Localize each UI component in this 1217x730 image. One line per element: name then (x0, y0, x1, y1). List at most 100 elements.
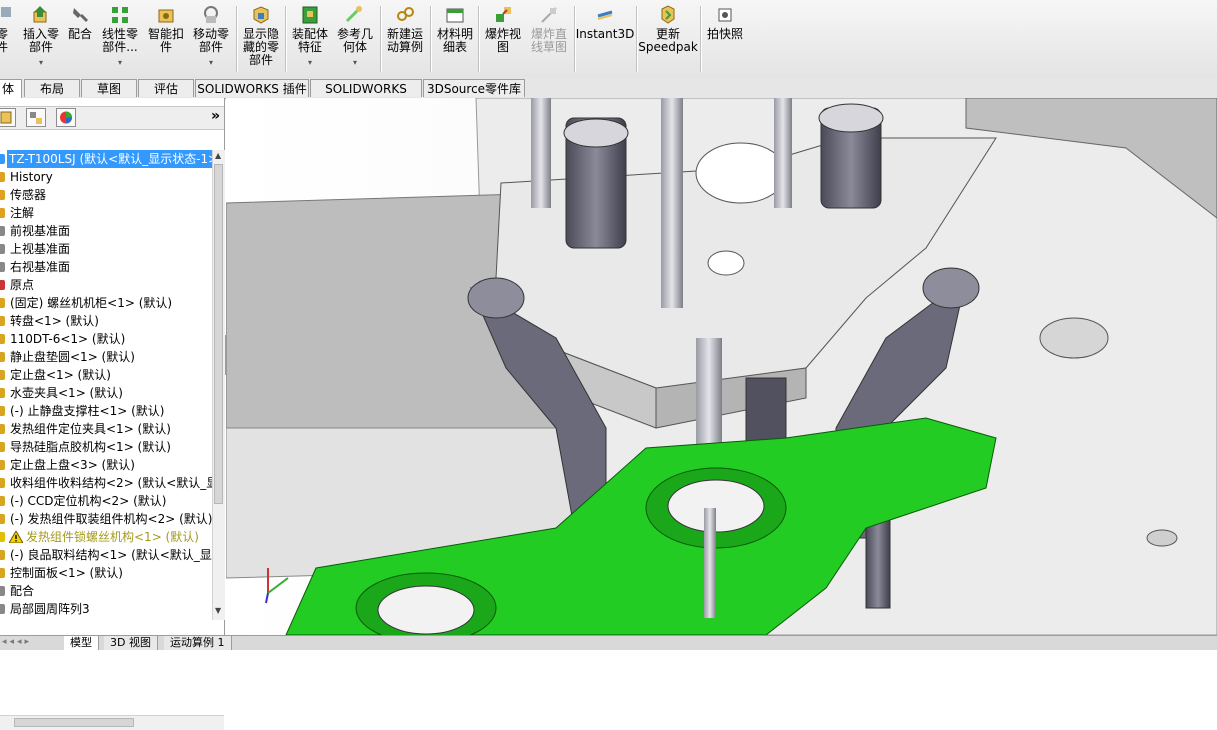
assembly-icon (0, 154, 5, 164)
part-icon (0, 370, 5, 380)
tree-item[interactable]: 发热组件锁螺丝机构<1> (默认) (0, 528, 212, 546)
component-icon (1, 7, 11, 17)
tree-item[interactable]: 定止盘上盘<3> (默认) (0, 456, 212, 474)
tree-item[interactable]: 控制面板<1> (默认) (0, 564, 212, 582)
tree-item[interactable]: 导热硅脂点胶机构<1> (默认) (0, 438, 212, 456)
tree-item[interactable]: 前视基准面 (0, 222, 212, 240)
tree-item-label: 局部圆周阵列3 (10, 602, 90, 616)
part-icon (0, 568, 5, 578)
subassembly-icon (0, 478, 5, 488)
tree-item[interactable]: 局部圆周阵列3 (0, 600, 212, 618)
toolbar-separator (636, 6, 637, 72)
tree-item-label: 右视基准面 (10, 260, 71, 274)
chevron-down-icon[interactable]: ▾ (308, 56, 312, 69)
feature-tree: TZ-T100LSJ (默认<默认_显示状态-1>) History 传感器注解前视… (0, 150, 212, 620)
tree-item[interactable]: 水壶夹具<1> (默认) (0, 384, 212, 402)
tree-item[interactable]: 原点 (0, 276, 212, 294)
property-icon (30, 112, 42, 124)
chevron-down-icon[interactable]: ▾ (118, 56, 122, 69)
exploded-view-button[interactable]: 爆炸视 图 (482, 4, 524, 74)
tree-item-label: 静止盘垫圆<1> (默认) (10, 350, 135, 364)
scroll-down-icon[interactable]: ▼ (215, 606, 221, 615)
tree-item-label: 定止盘<1> (默认) (10, 368, 111, 382)
tree-item-label: 水壶夹具<1> (默认) (10, 386, 123, 400)
assembly-feature-button[interactable]: 装配体 特征 ▾ (289, 4, 331, 74)
tab-3dsource-library[interactable]: 3DSource零件库 (423, 79, 525, 97)
smart-fastener-button[interactable]: 智能扣 件 (146, 4, 186, 74)
tree-item-label: 转盘<1> (默认) (10, 314, 99, 328)
show-hidden-icon (253, 6, 269, 24)
tree-item[interactable]: (-) 良品取料结构<1> (默认<默认_显示状态-1>) (0, 546, 212, 564)
tree-item[interactable]: 静止盘垫圆<1> (默认) (0, 348, 212, 366)
graphics-viewport[interactable] (226, 98, 1217, 635)
mate-button[interactable]: 配合 (66, 4, 94, 74)
panel-expand-icon[interactable]: » (211, 108, 220, 124)
assembly-feature-icon (302, 6, 318, 24)
tree-item-label: 配合 (10, 584, 35, 598)
tree-item[interactable]: 配合 (0, 582, 212, 600)
tree-item-label: 定止盘上盘<3> (默认) (10, 458, 135, 472)
tab-nav-arrows-icon[interactable]: ◂◂◂▸ (2, 637, 32, 647)
explode-line-sketch-button[interactable]: 爆炸直 线草图 (526, 4, 572, 74)
scroll-thumb[interactable] (214, 164, 223, 504)
tab-3d-views[interactable]: 3D 视图 (104, 636, 158, 650)
tree-item[interactable]: (-) CCD定位机构<2> (默认) (0, 492, 212, 510)
scroll-thumb[interactable] (14, 718, 134, 727)
linear-pattern-button[interactable]: 线性零 部件... ▾ (98, 4, 142, 74)
update-speedpak-button[interactable]: 更新 Speedpak (638, 4, 698, 74)
reference-geometry-button[interactable]: 参考几 何体 ▾ (334, 4, 376, 74)
warning-icon (9, 531, 23, 543)
chevron-down-icon[interactable]: ▾ (39, 56, 43, 69)
tab-solidworks-mbd[interactable]: SOLIDWORKS MBD (310, 79, 422, 114)
tree-item-label: 上视基准面 (10, 242, 71, 256)
part-icon (0, 334, 5, 344)
property-manager-tab[interactable] (26, 108, 46, 127)
chevron-down-icon[interactable]: ▾ (209, 56, 213, 69)
tree-item[interactable]: (-) 止静盘支撑柱<1> (默认) (0, 402, 212, 420)
show-hidden-components-button[interactable]: 显示隐 藏的零 部件 (240, 4, 282, 74)
tree-item-label: 注解 (10, 206, 35, 220)
tree-item[interactable]: (-) 发热组件取装组件机构<2> (默认) (0, 510, 212, 528)
component-button[interactable]: 零 件 (0, 4, 14, 74)
tree-item-label: (-) 良品取料结构<1> (默认<默认_显示状态-1>) (10, 548, 212, 562)
tree-item-label: History (10, 170, 53, 184)
new-motion-study-button[interactable]: 新建运 动算例 (384, 4, 426, 74)
tree-horizontal-scrollbar[interactable] (0, 715, 224, 730)
toolbar-separator (700, 6, 701, 72)
tab-assembly[interactable]: 体 (0, 79, 22, 98)
subassembly-icon (0, 550, 5, 560)
tree-item[interactable]: 转盘<1> (默认) (0, 312, 212, 330)
tree-item[interactable]: 上视基准面 (0, 240, 212, 258)
tab-sketch[interactable]: 草图 (81, 79, 137, 97)
tab-model[interactable]: 模型 (64, 636, 99, 650)
tree-item[interactable]: TZ-T100LSJ (默认<默认_显示状态-1>) (0, 150, 212, 168)
tree-item[interactable]: 定止盘<1> (默认) (0, 366, 212, 384)
tree-item[interactable]: 收料组件收料结构<2> (默认<默认_显示状态-1>) (0, 474, 212, 492)
tree-item[interactable]: 右视基准面 (0, 258, 212, 276)
tab-solidworks-addins[interactable]: SOLIDWORKS 插件 (195, 79, 309, 97)
tree-item[interactable]: 110DT-6<1> (默认) (0, 330, 212, 348)
feature-manager-tab[interactable] (0, 108, 16, 127)
chevron-down-icon[interactable]: ▾ (353, 56, 357, 69)
tree-item[interactable]: 传感器 (0, 186, 212, 204)
panel-header: » (0, 106, 224, 130)
tree-item[interactable]: History (0, 168, 212, 186)
move-component-icon (204, 6, 218, 23)
tree-vertical-scrollbar[interactable]: ▲ ▼ (212, 150, 225, 620)
tree-item-label: 发热组件定位夹具<1> (默认) (10, 422, 171, 436)
take-snapshot-button[interactable]: 拍快照 (704, 4, 746, 74)
tab-motion-study-1[interactable]: 运动算例 1 (164, 636, 232, 650)
plane-icon (0, 226, 5, 236)
move-component-button[interactable]: 移动零 部件 ▾ (190, 4, 232, 74)
tree-item[interactable]: 发热组件定位夹具<1> (默认) (0, 420, 212, 438)
tree-item[interactable]: (固定) 螺丝机机柜<1> (默认) (0, 294, 212, 312)
display-manager-tab[interactable] (56, 108, 76, 127)
instant3d-button[interactable]: Instant3D (576, 4, 634, 74)
tab-layout[interactable]: 布局 (24, 79, 80, 97)
scroll-up-icon[interactable]: ▲ (215, 151, 221, 160)
tree-item[interactable]: 注解 (0, 204, 212, 222)
tab-evaluate[interactable]: 评估 (138, 79, 194, 97)
bill-of-materials-button[interactable]: 材料明 细表 (434, 4, 476, 74)
insert-component-button[interactable]: 插入零 部件 ▾ (20, 4, 62, 74)
exploded-view-icon (496, 7, 511, 22)
